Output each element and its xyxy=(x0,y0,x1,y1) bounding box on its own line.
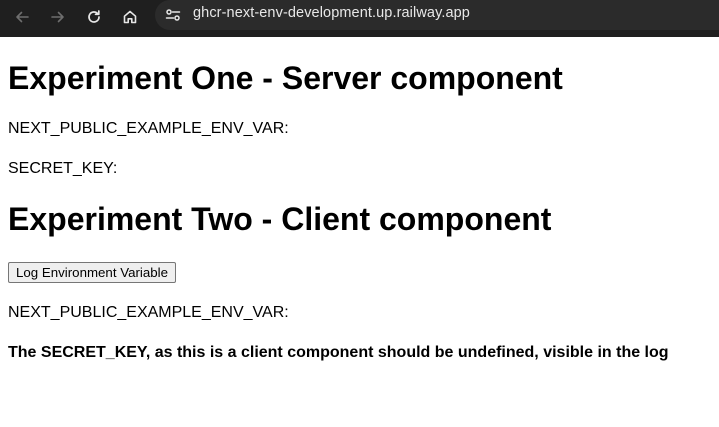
site-info-icon[interactable] xyxy=(164,6,182,24)
browser-toolbar: ghcr-next-env-development.up.railway.app xyxy=(0,0,719,37)
url-text[interactable]: ghcr-next-env-development.up.railway.app xyxy=(193,5,470,21)
experiment-one-public-env-label: NEXT_PUBLIC_EXAMPLE_ENV_VAR: xyxy=(8,120,289,137)
reload-icon xyxy=(88,10,100,23)
experiment-one-heading: Experiment One - Server component xyxy=(8,60,563,96)
arrow-left-icon xyxy=(16,11,29,23)
reload-button[interactable] xyxy=(80,3,108,31)
address-bar[interactable]: ghcr-next-env-development.up.railway.app xyxy=(155,0,719,30)
forward-button[interactable] xyxy=(44,3,72,31)
experiment-one-secret-key-label: SECRET_KEY: xyxy=(8,160,118,177)
experiment-two-public-env-label: NEXT_PUBLIC_EXAMPLE_ENV_VAR: xyxy=(8,304,289,321)
secret-key-note: The SECRET_KEY, as this is a client comp… xyxy=(8,344,669,361)
log-environment-variable-button[interactable]: Log Environment Variable xyxy=(8,262,177,283)
home-button[interactable] xyxy=(116,3,144,31)
home-icon xyxy=(123,10,137,24)
experiment-two-heading: Experiment Two - Client component xyxy=(8,201,552,237)
back-button[interactable] xyxy=(8,3,36,31)
arrow-right-icon xyxy=(51,11,64,23)
